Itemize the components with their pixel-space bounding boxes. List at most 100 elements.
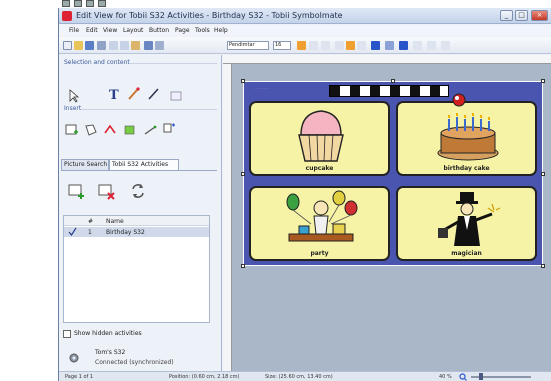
resize-handle[interactable] bbox=[241, 79, 245, 83]
menu-layout[interactable]: Layout bbox=[123, 27, 143, 34]
desktop-edge bbox=[0, 8, 58, 381]
insert-cell-icon[interactable] bbox=[65, 123, 79, 137]
add-activity-icon[interactable] bbox=[67, 182, 85, 200]
top-strip bbox=[0, 0, 551, 8]
selection-section-title: Selection and content bbox=[64, 59, 130, 66]
border-icon[interactable] bbox=[427, 41, 436, 50]
insert-picture-icon[interactable] bbox=[123, 123, 137, 137]
undo-icon[interactable] bbox=[144, 41, 153, 50]
window-title: Edit View for Tobii S32 Activities - Bir… bbox=[76, 11, 343, 20]
taskbar-icon[interactable] bbox=[74, 0, 82, 7]
menu-tools[interactable]: Tools bbox=[195, 27, 210, 34]
cell-action-icon[interactable] bbox=[452, 93, 466, 107]
link-tool-icon[interactable] bbox=[169, 89, 183, 103]
resize-handle[interactable] bbox=[241, 172, 245, 176]
taskbar-icon[interactable] bbox=[86, 0, 94, 7]
taskbar-icon[interactable] bbox=[62, 0, 70, 7]
maximize-button[interactable]: □ bbox=[515, 10, 528, 21]
save-icon[interactable] bbox=[85, 41, 94, 50]
italic-icon[interactable] bbox=[309, 41, 318, 50]
fill-color-icon[interactable] bbox=[385, 41, 394, 50]
status-bar: Page 1 of 1 Position: (0.60 cm, 2.18 cm)… bbox=[59, 371, 551, 381]
activities-list: # Name 1 Birthday S32 bbox=[63, 215, 210, 323]
open-icon[interactable] bbox=[74, 41, 83, 50]
align-center-icon[interactable] bbox=[346, 41, 355, 50]
insert-table-icon[interactable] bbox=[162, 121, 176, 135]
tab-picture-search[interactable]: Picture Search bbox=[61, 159, 109, 170]
cell-birthday-cake[interactable]: birthday cake bbox=[396, 93, 537, 176]
divider bbox=[61, 170, 217, 171]
party-picture bbox=[286, 190, 358, 242]
tab-activities[interactable]: Tobii S32 Activities bbox=[109, 159, 179, 170]
menu-view[interactable]: View bbox=[103, 27, 117, 34]
align-left-icon[interactable] bbox=[335, 41, 344, 50]
pen-tool-icon[interactable] bbox=[147, 87, 161, 101]
menu-help[interactable]: Help bbox=[214, 27, 228, 34]
minimize-button[interactable]: _ bbox=[500, 10, 513, 21]
cell-cupcake[interactable]: cupcake bbox=[249, 101, 390, 176]
zoom-icon[interactable] bbox=[459, 373, 467, 381]
list-item[interactable]: 1 Birthday S32 bbox=[64, 227, 209, 237]
resize-handle[interactable] bbox=[241, 264, 245, 268]
bold-icon[interactable] bbox=[297, 41, 306, 50]
item-number: 1 bbox=[88, 229, 92, 236]
close-button[interactable]: × bbox=[531, 10, 548, 21]
page-header-bar bbox=[329, 85, 449, 97]
line-style-icon[interactable] bbox=[413, 41, 422, 50]
insert-section-title: Insert bbox=[64, 105, 82, 112]
cell-party[interactable]: party bbox=[249, 186, 390, 261]
horizontal-ruler bbox=[223, 55, 551, 64]
header-name[interactable]: Name bbox=[106, 218, 124, 225]
align-right-icon[interactable] bbox=[357, 41, 366, 50]
resize-handle[interactable] bbox=[391, 79, 395, 83]
page-info-text: · · · · · · · · bbox=[254, 86, 269, 90]
delete-activity-icon[interactable] bbox=[97, 182, 115, 200]
line-color-icon[interactable] bbox=[371, 41, 380, 50]
sync-icon[interactable] bbox=[129, 182, 147, 200]
brush-tool-icon[interactable] bbox=[127, 87, 141, 101]
copy-icon[interactable] bbox=[120, 41, 129, 50]
divider bbox=[129, 63, 217, 64]
new-icon[interactable] bbox=[63, 41, 72, 50]
underline-icon[interactable] bbox=[321, 41, 330, 50]
vertical-ruler bbox=[223, 64, 232, 371]
editor-canvas[interactable]: · · · · · · · · cupcake birthday cake pa… bbox=[223, 55, 551, 371]
resize-handle[interactable] bbox=[541, 172, 545, 176]
resize-handle[interactable] bbox=[541, 79, 545, 83]
font-select[interactable]: Pendimtar bbox=[227, 41, 269, 50]
device-gear-icon bbox=[69, 353, 79, 363]
insert-line-icon[interactable] bbox=[143, 123, 157, 137]
show-hidden-label: Show hidden activities bbox=[74, 330, 142, 337]
activity-page[interactable]: · · · · · · · · cupcake birthday cake pa… bbox=[241, 79, 545, 268]
toolbar: Pendimtar 16 bbox=[59, 37, 551, 54]
item-name: Birthday S32 bbox=[106, 229, 145, 236]
menu-file[interactable]: File bbox=[69, 27, 79, 34]
insert-arrow-icon[interactable] bbox=[103, 123, 117, 137]
paste-icon[interactable] bbox=[131, 41, 140, 50]
zoom-slider-thumb[interactable] bbox=[479, 373, 483, 380]
text-tool-icon[interactable]: T bbox=[107, 87, 121, 101]
page-indicator: Page 1 of 1 bbox=[65, 374, 94, 380]
cell-magician[interactable]: magician bbox=[396, 186, 537, 261]
list-header: # Name bbox=[64, 216, 209, 226]
taskbar-icon[interactable] bbox=[98, 0, 106, 7]
check-mark-icon[interactable] bbox=[68, 227, 77, 236]
insert-shape-icon[interactable] bbox=[84, 123, 98, 137]
menu-page[interactable]: Page bbox=[175, 27, 190, 34]
resize-handle[interactable] bbox=[541, 264, 545, 268]
pointer-icon[interactable] bbox=[67, 89, 81, 103]
menu-button[interactable]: Button bbox=[149, 27, 169, 34]
app-window: Edit View for Tobii S32 Activities - Bir… bbox=[58, 8, 551, 381]
print-icon[interactable] bbox=[97, 41, 106, 50]
menu-edit[interactable]: Edit bbox=[86, 27, 98, 34]
svg-text:T: T bbox=[109, 88, 119, 101]
cut-icon[interactable] bbox=[109, 41, 118, 50]
layout-icon[interactable] bbox=[441, 41, 450, 50]
redo-icon[interactable] bbox=[155, 41, 164, 50]
show-hidden-checkbox[interactable] bbox=[63, 330, 71, 338]
header-number[interactable]: # bbox=[88, 218, 93, 225]
text-color-icon[interactable] bbox=[399, 41, 408, 50]
cell-label: magician bbox=[451, 250, 482, 257]
cell-label: party bbox=[310, 250, 329, 257]
size-select[interactable]: 16 bbox=[273, 41, 291, 50]
